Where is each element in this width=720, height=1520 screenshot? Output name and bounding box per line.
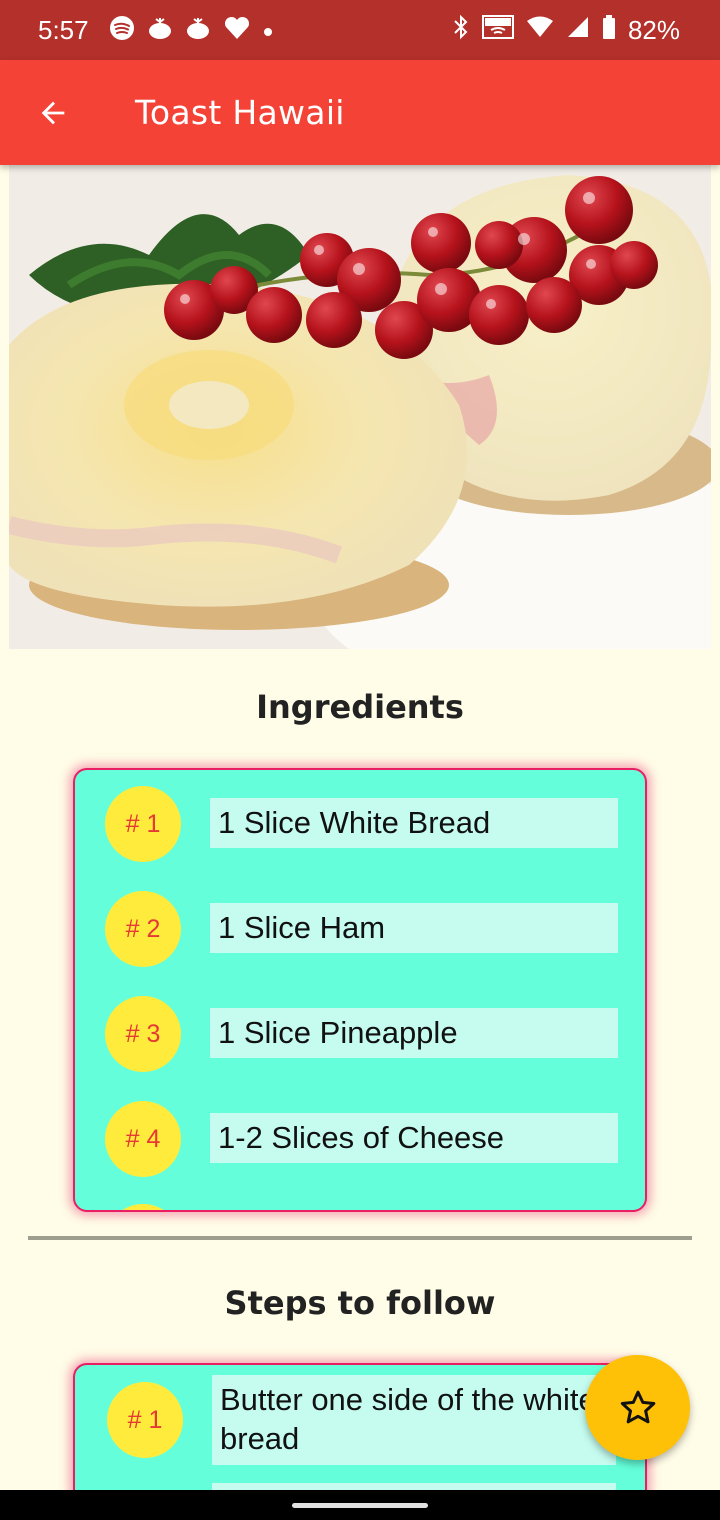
step-number: # 1 [107, 1382, 183, 1458]
steps-card[interactable]: # 1 Butter one side of the white bread [73, 1363, 647, 1503]
arrow-back-icon [41, 101, 65, 124]
system-nav-bar [0, 1490, 720, 1520]
step-text: Butter one side of the white bread [212, 1375, 616, 1465]
item-number: # 3 [105, 996, 181, 1072]
home-handle[interactable] [292, 1503, 428, 1508]
favorite-button[interactable] [585, 1355, 690, 1460]
list-item: # 3 1 Slice Pineapple [75, 994, 645, 1074]
ingredient-text: 1-2 Slices of Cheese [210, 1113, 618, 1163]
list-item: # 1 1 Slice White Bread [75, 784, 645, 864]
battery-icon [602, 14, 616, 47]
steps-title: Steps to follow [224, 1284, 496, 1322]
wifi-icon [526, 15, 554, 46]
item-number-partial [105, 1204, 181, 1210]
spotify-icon [109, 15, 135, 46]
item-number: # 1 [105, 786, 181, 862]
status-time: 5:57 [38, 14, 89, 45]
vowifi-icon [481, 14, 514, 47]
heart-icon [223, 15, 251, 46]
signal-icon [566, 15, 590, 46]
bluetooth-icon [452, 14, 470, 47]
dot-icon [263, 18, 273, 42]
item-number: # 2 [105, 891, 181, 967]
list-item: # 4 1-2 Slices of Cheese [75, 1099, 645, 1179]
notification-icon [147, 15, 173, 46]
recipe-image [9, 165, 711, 649]
star-outline-icon [620, 1390, 655, 1423]
notification-icon [185, 15, 211, 46]
item-number: # 4 [105, 1101, 181, 1177]
battery-percent: 82% [627, 14, 680, 45]
ingredients-card[interactable]: # 1 1 Slice White Bread # 2 1 Slice Ham … [73, 768, 647, 1212]
list-item: # 2 1 Slice Ham [75, 889, 645, 969]
ingredient-text: 1 Slice Ham [210, 903, 618, 953]
divider [28, 1236, 692, 1240]
ingredient-text: 1 Slice Pineapple [210, 1008, 618, 1058]
ingredients-title: Ingredients [256, 688, 464, 726]
page-title: Toast Hawaii [135, 93, 345, 132]
status-bar: 5:57 82% [0, 0, 720, 60]
app-bar: Toast Hawaii [0, 60, 720, 165]
ingredient-text: 1 Slice White Bread [210, 798, 618, 848]
back-button[interactable] [25, 85, 81, 141]
